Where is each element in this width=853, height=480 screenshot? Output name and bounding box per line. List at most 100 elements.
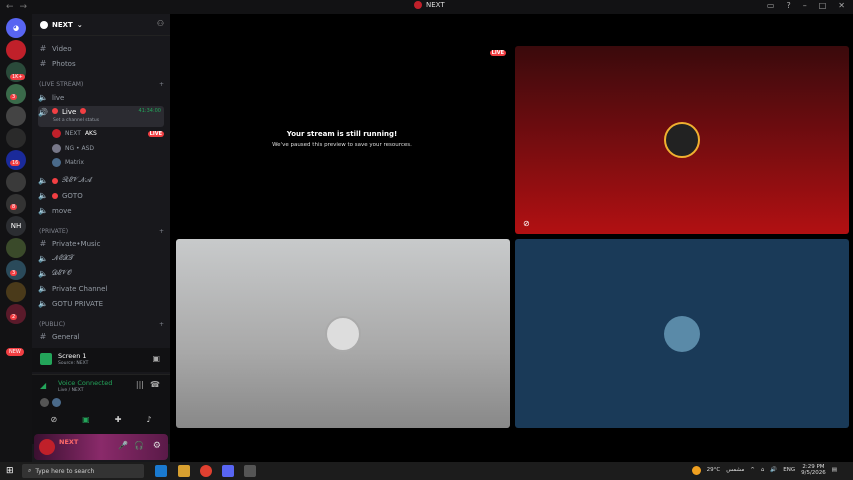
avatar: [325, 315, 361, 352]
paused-title: Your stream is still running!: [286, 130, 398, 138]
server-icon[interactable]: [6, 282, 26, 302]
mention-badge: 3: [10, 270, 18, 276]
inbox-icon[interactable]: ▭: [767, 1, 775, 10]
stream-view: LIVE Your stream is still running! We've…: [170, 14, 853, 462]
channel-video[interactable]: # Video: [38, 42, 164, 55]
avatar: [664, 315, 700, 352]
system-tray: 29°C مشمس ^ ⌂ 🔊 ENG 2:29 PM 9/5/2026 ▤: [691, 464, 837, 476]
hashtag-icon: #: [39, 332, 47, 341]
category-private[interactable]: (PRIVATE) +: [39, 228, 164, 235]
server-header[interactable]: NEXT ⌄ ⚇: [32, 14, 170, 36]
channel-private-music[interactable]: # Private•Music: [38, 237, 164, 250]
window-title: NEXT: [414, 1, 445, 9]
signal-icon: ◢: [40, 381, 47, 390]
noise-suppression-icon[interactable]: |||: [136, 380, 144, 389]
voice-member[interactable]: NG • ASD: [52, 142, 164, 155]
taskbar-search[interactable]: ⌕ Type here to search: [22, 464, 144, 478]
volume-icon[interactable]: 🔊: [770, 467, 777, 473]
channel-move[interactable]: 🔈 move: [38, 204, 164, 217]
hashtag-icon: #: [39, 239, 47, 248]
participant-tile[interactable]: [515, 239, 849, 428]
stream-tile-paused[interactable]: LIVE Your stream is still running! We've…: [174, 46, 510, 234]
screen-share-icon[interactable]: ▣: [82, 415, 90, 424]
maximize-button[interactable]: □: [819, 1, 827, 10]
notification-icon[interactable]: ▤: [832, 467, 837, 473]
channel-live-active[interactable]: 🔊 Live 41:34:00 Set a channel status: [38, 106, 164, 127]
search-icon: ⌕: [28, 467, 32, 474]
channel-live-text[interactable]: 🔈 live: [38, 91, 164, 104]
speaker-icon: 🔈: [38, 299, 48, 308]
paused-subtitle: We've paused this preview to save your r…: [272, 142, 412, 148]
category-live-stream[interactable]: (LIVE STREAM) +: [39, 81, 164, 88]
speaker-icon: 🔈: [38, 284, 48, 293]
live-dot-icon: [52, 108, 58, 114]
mention-badge: 3: [10, 94, 18, 100]
plus-icon[interactable]: +: [159, 321, 164, 328]
chrome-icon[interactable]: [200, 465, 212, 477]
avatar: [40, 398, 49, 407]
channel-general[interactable]: # General: [38, 330, 164, 343]
plus-icon[interactable]: +: [159, 228, 164, 235]
stop-stream-icon[interactable]: ▣: [152, 354, 160, 363]
hashtag-icon: #: [39, 59, 47, 68]
voice-member[interactable]: Matrix: [52, 156, 164, 169]
channel-private-channel[interactable]: 🔈 Private Channel: [38, 282, 164, 295]
back-arrow-icon[interactable]: ←: [6, 2, 14, 12]
avatar: [664, 122, 700, 158]
add-member-icon[interactable]: ⚇: [157, 19, 164, 28]
close-button[interactable]: ✕: [838, 1, 845, 10]
speaker-icon: 🔈: [38, 191, 48, 200]
server-icon[interactable]: [6, 106, 26, 126]
participant-tile-next[interactable]: ⊘: [515, 46, 849, 234]
chevron-up-icon[interactable]: ^: [750, 467, 755, 473]
hide-video-icon[interactable]: ⊘: [523, 219, 530, 228]
channel-photos[interactable]: # Photos: [38, 57, 164, 70]
avatar: [52, 144, 61, 153]
file-explorer-icon[interactable]: [178, 465, 190, 477]
mention-badge: 2: [10, 314, 18, 320]
live-dot-icon: [80, 108, 87, 114]
avatar: [52, 398, 61, 407]
mention-badge: 16: [10, 160, 21, 166]
help-icon[interactable]: ?: [786, 1, 790, 10]
server-icon[interactable]: [6, 128, 26, 148]
windows-start-icon[interactable]: ⊞: [6, 466, 14, 476]
soundboard-icon[interactable]: ♪: [146, 415, 151, 424]
server-icon[interactable]: [6, 40, 26, 60]
hashtag-icon: #: [39, 44, 47, 53]
activities-icon[interactable]: ✚: [115, 415, 122, 424]
server-icon: [40, 20, 48, 29]
server-icon[interactable]: [6, 172, 26, 192]
plus-icon[interactable]: +: [159, 81, 164, 88]
server-icon[interactable]: NH: [6, 216, 26, 236]
discord-icon[interactable]: [222, 465, 234, 477]
channel-goto[interactable]: 🔈 GOTO: [38, 189, 164, 202]
server-icon[interactable]: [6, 238, 26, 258]
live-badge: LIVE: [489, 50, 506, 56]
headphones-icon[interactable]: 🎧: [134, 441, 144, 450]
channel-gotu-private[interactable]: 🔈 GOTU PRIVATE: [38, 297, 164, 310]
app-icon[interactable]: [244, 465, 256, 477]
user-panel: NEXT 🎤 🎧 ⚙: [34, 434, 168, 460]
network-icon[interactable]: ⌂: [761, 467, 765, 473]
voice-member[interactable]: NEXT AKS LIVE: [52, 127, 164, 140]
clock[interactable]: 2:29 PM 9/5/2026: [801, 464, 826, 476]
participant-tile[interactable]: [176, 239, 510, 428]
channel-next[interactable]: 🔈 𝓝𝓔𝓧𝓣: [38, 252, 164, 265]
disconnect-icon[interactable]: ☎: [150, 380, 160, 389]
discord-home-icon[interactable]: ◕: [6, 18, 26, 38]
gear-icon[interactable]: ⚙: [153, 441, 161, 451]
avatar[interactable]: [39, 439, 55, 455]
channel-devo[interactable]: 🔈 𝓓𝓔𝓥𝓞: [38, 267, 164, 280]
category-public[interactable]: (PUBLIC) +: [39, 321, 164, 328]
screen-icon: [40, 353, 52, 365]
camera-off-icon[interactable]: ⊘: [50, 415, 57, 424]
live-badge: LIVE: [147, 130, 164, 137]
minimize-button[interactable]: –: [803, 1, 807, 10]
mute-icon[interactable]: 🎤: [118, 441, 128, 450]
channel-revna[interactable]: 🔈 𝓡𝓔𝓥𝓝𝓐: [38, 174, 164, 187]
avatar: [52, 158, 61, 167]
forward-arrow-icon[interactable]: →: [20, 2, 28, 12]
edge-icon[interactable]: [155, 465, 167, 477]
weather-icon: [691, 465, 701, 475]
